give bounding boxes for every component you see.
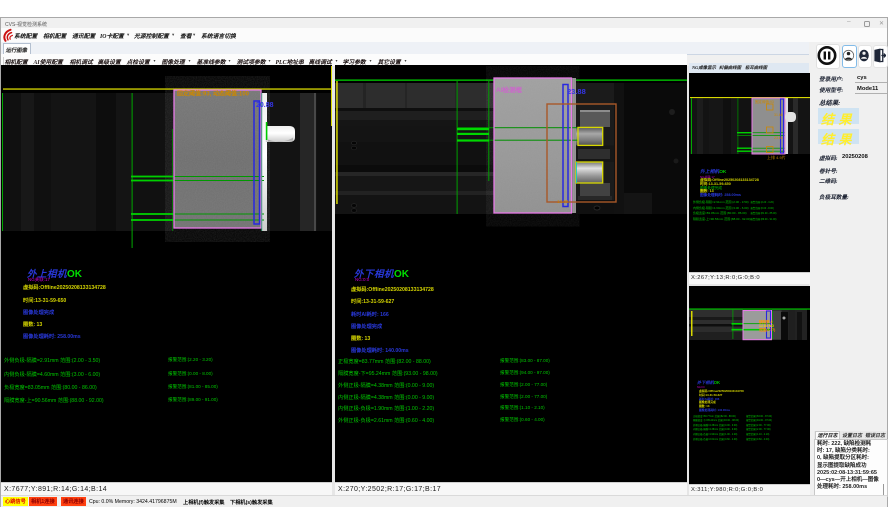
svg-text:AI检测框: AI检测框	[496, 85, 523, 94]
svg-text:固定阈值:93, 动态阈值:100: 固定阈值:93, 动态阈值:100	[177, 90, 250, 98]
svg-text:23.88: 23.88	[567, 87, 586, 96]
svg-text:31.66: 31.66	[774, 113, 783, 117]
svg-text:20.88: 20.88	[256, 102, 274, 109]
svg-text:固定阈值:93: 固定阈值:93	[755, 99, 774, 104]
svg-text:范围(2-77): 范围(2-77)	[759, 327, 775, 332]
svg-text:23.88: 23.88	[774, 136, 783, 140]
svg-text:上排 4.9片: 上排 4.9片	[767, 154, 786, 160]
svg-text:13.88: 13.88	[557, 199, 569, 204]
